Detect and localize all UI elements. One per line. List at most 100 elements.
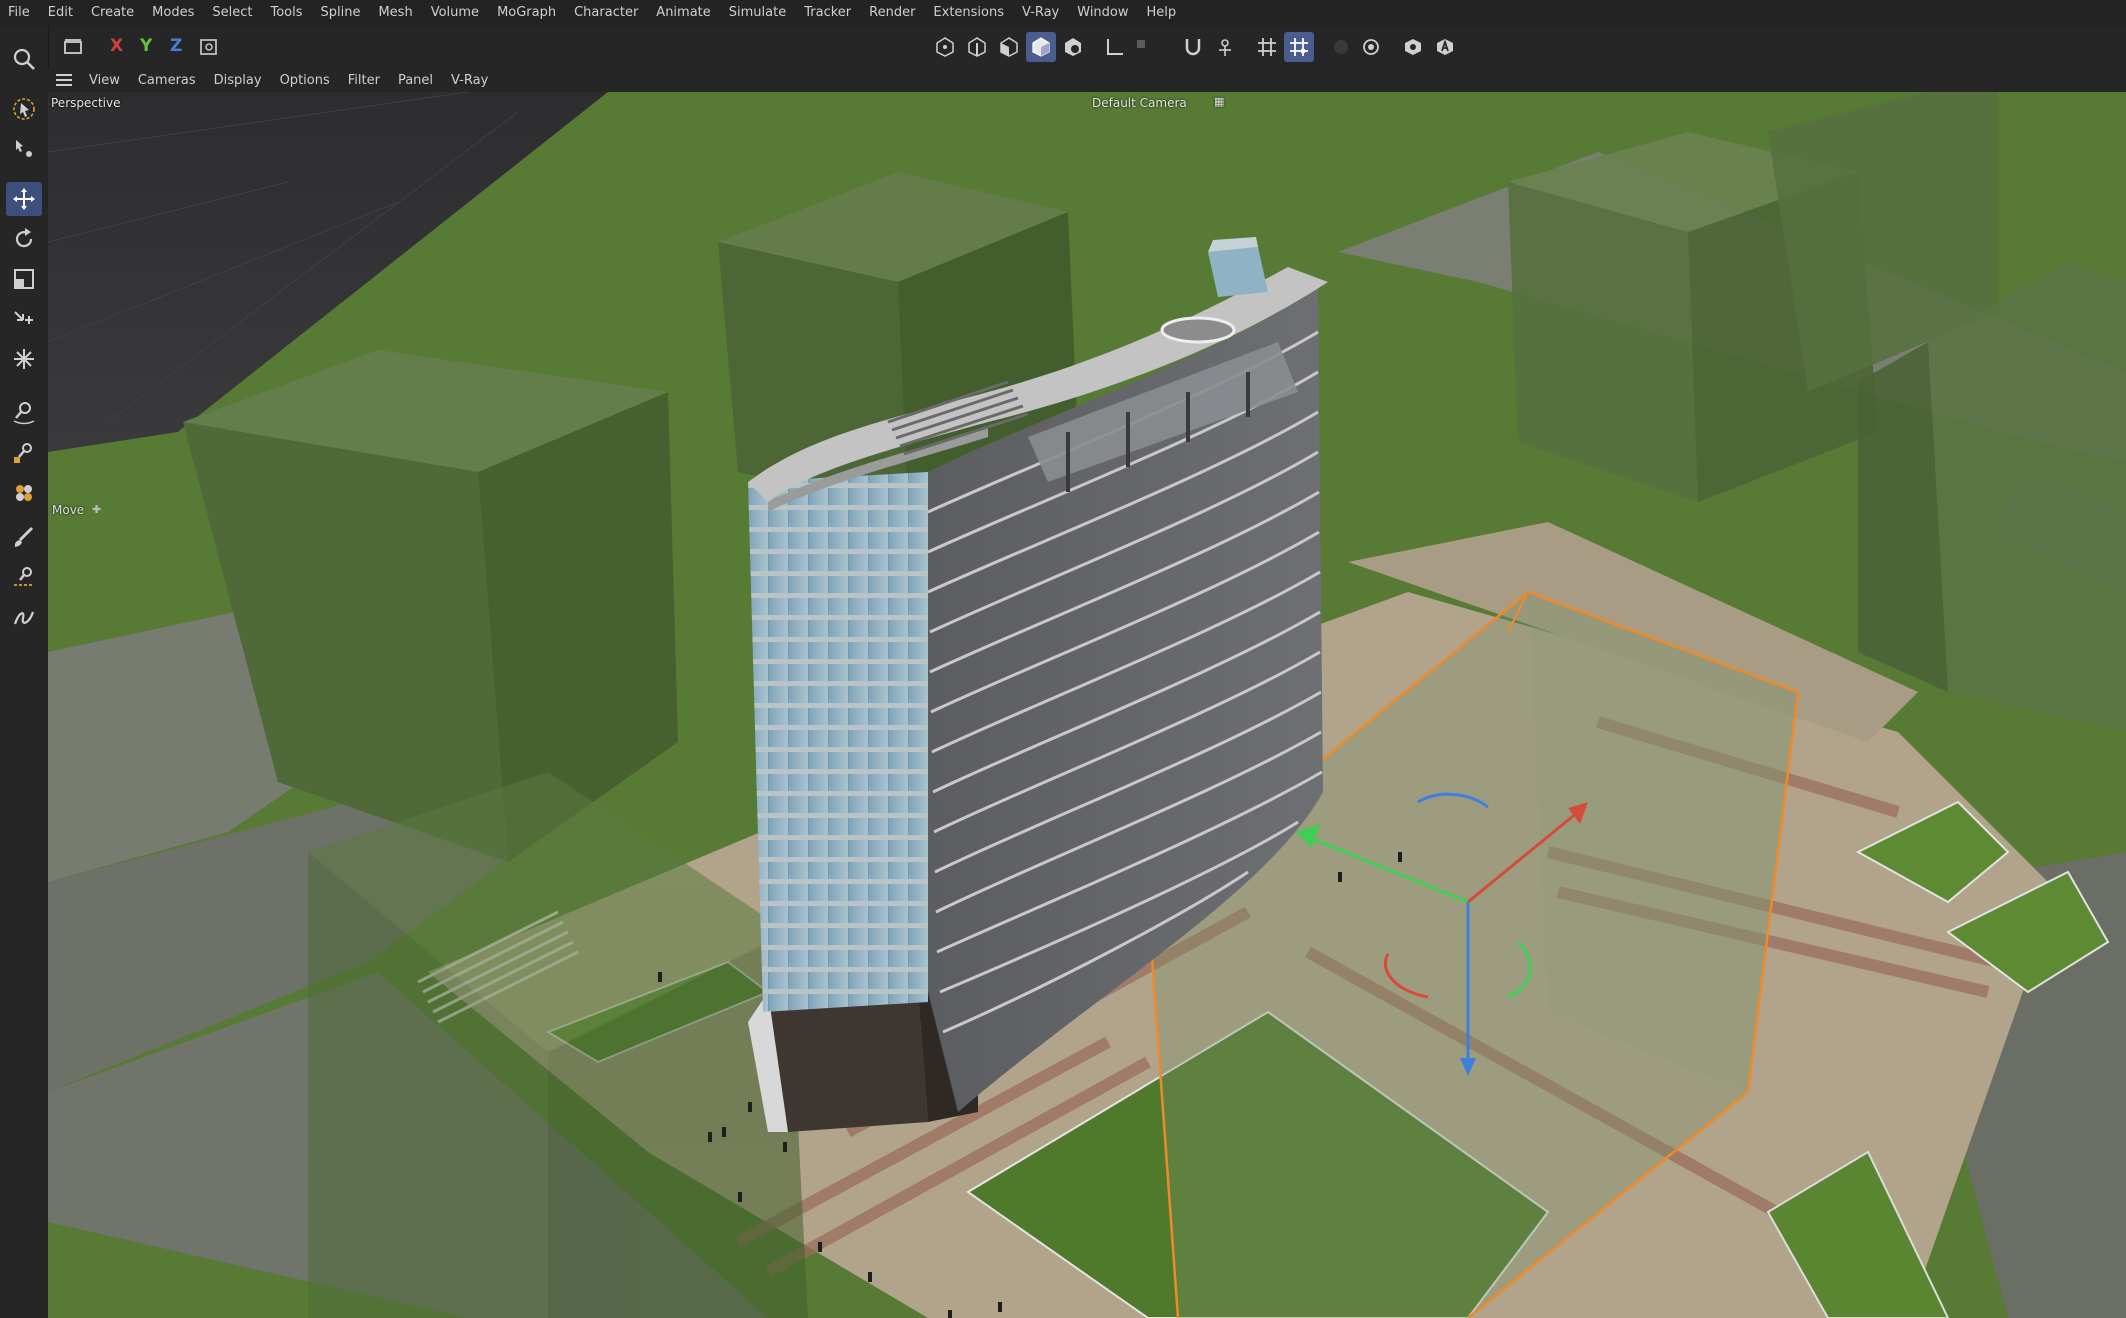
sketch-icon	[13, 611, 35, 625]
tweak-button[interactable]	[6, 132, 42, 166]
model-mode-button[interactable]	[1026, 32, 1056, 62]
sculpt-icon	[16, 485, 32, 501]
move-tool-indicator-icon: ✚	[92, 503, 102, 516]
tweak-icon	[16, 140, 32, 157]
scale-icon	[14, 269, 34, 289]
edges-mode-button[interactable]	[962, 32, 992, 62]
z-axis-lock-button[interactable]: Z	[170, 36, 182, 56]
texture-mode-icon	[1065, 38, 1081, 56]
menu-create[interactable]: Create	[82, 0, 143, 26]
quantize-button[interactable]	[1284, 32, 1314, 62]
grid-snap-icon	[1290, 38, 1308, 56]
enable-snap-button[interactable]	[1178, 32, 1208, 62]
left-tool-palette	[0, 26, 49, 1318]
model-mode-icon	[1032, 37, 1050, 57]
viewport-camera-label[interactable]: Default Camera	[1092, 96, 1187, 110]
paint-icon	[14, 526, 34, 547]
points-mode-button[interactable]	[930, 32, 960, 62]
magnet-snap-icon	[1185, 39, 1201, 56]
points-mode-icon	[936, 37, 954, 57]
menu-tracker[interactable]: Tracker	[795, 0, 860, 26]
menu-help[interactable]: Help	[1138, 0, 1186, 26]
scale-tool-button[interactable]	[6, 262, 42, 296]
viewport-menu-filter[interactable]: Filter	[339, 73, 389, 88]
snap-settings-button[interactable]	[1210, 32, 1240, 62]
move-icon	[13, 188, 35, 210]
polygons-mode-button[interactable]	[994, 32, 1024, 62]
menu-character[interactable]: Character	[565, 0, 647, 26]
sketch-tool-button[interactable]	[6, 600, 42, 634]
render-view-icon	[1405, 39, 1421, 55]
viewport-menu-view[interactable]: View	[80, 73, 129, 88]
paint-tool-button[interactable]	[6, 520, 42, 554]
menu-extensions[interactable]: Extensions	[924, 0, 1013, 26]
roof-opening	[1160, 316, 1236, 344]
render-settings-button[interactable]	[1430, 32, 1460, 62]
edges-mode-icon	[968, 37, 986, 57]
knife-tool-button[interactable]	[6, 396, 42, 430]
vray-render-button[interactable]	[1398, 32, 1428, 62]
viewport-menu-cameras[interactable]: Cameras	[129, 73, 205, 88]
viewport-menu-bar: View Cameras Display Options Filter Pane…	[48, 68, 2126, 93]
menu-vray[interactable]: V-Ray	[1013, 0, 1068, 26]
move-tool-button[interactable]	[6, 182, 42, 216]
viewport-panel-menu-button[interactable]	[48, 68, 80, 92]
tower-podium	[768, 992, 928, 1132]
menu-file[interactable]: File	[0, 0, 39, 26]
menu-edit[interactable]: Edit	[39, 0, 82, 26]
search-tool-button[interactable]	[6, 42, 42, 76]
transfer-tool-button[interactable]	[6, 302, 42, 336]
grid-icon	[1258, 38, 1276, 56]
viewport-solo-button[interactable]	[1356, 32, 1386, 62]
magnet-icon	[14, 443, 32, 463]
menu-simulate[interactable]: Simulate	[720, 0, 795, 26]
layout-icon	[64, 39, 82, 54]
solo-off-icon	[1334, 40, 1348, 54]
camera-dropdown-icon[interactable]: ▦	[1214, 95, 1224, 108]
3d-viewport[interactable]: Perspective Default Camera ▦	[48, 92, 2126, 1318]
menu-render[interactable]: Render	[860, 0, 924, 26]
hamburger-icon	[56, 74, 72, 86]
coordinate-system-button[interactable]	[194, 32, 224, 62]
menu-mesh[interactable]: Mesh	[369, 0, 421, 26]
sculpt-tool-button[interactable]	[6, 476, 42, 510]
menu-modes[interactable]: Modes	[143, 0, 203, 26]
rotate-icon	[15, 228, 33, 248]
y-axis-lock-button[interactable]: Y	[140, 36, 152, 56]
search-icon	[13, 48, 35, 70]
target-icon	[1363, 39, 1379, 55]
undo-view-button[interactable]	[58, 32, 88, 62]
solo-button[interactable]	[1326, 32, 1356, 62]
menu-window[interactable]: Window	[1068, 0, 1137, 26]
render-settings-icon	[1437, 39, 1453, 55]
viewport-projection-label[interactable]: Perspective	[51, 96, 121, 110]
extrude-icon	[14, 349, 34, 369]
glass-curtain-wall	[748, 472, 928, 1012]
x-axis-lock-button[interactable]: X	[110, 36, 123, 56]
viewport-menu-display[interactable]: Display	[205, 73, 271, 88]
menu-spline[interactable]: Spline	[312, 0, 370, 26]
tweak-mode-icon	[1137, 40, 1145, 48]
world-coordinates-icon	[200, 39, 217, 55]
extrude-tool-button[interactable]	[6, 342, 42, 376]
menu-animate[interactable]: Animate	[647, 0, 719, 26]
menu-select[interactable]: Select	[203, 0, 261, 26]
menu-mograph[interactable]: MoGraph	[488, 0, 565, 26]
scene-render	[48, 92, 2126, 1318]
top-toolbar: X Y Z	[0, 26, 2126, 68]
snap-settings-icon	[1219, 39, 1231, 56]
tweak-mode-button[interactable]	[1126, 32, 1156, 62]
viewport-menu-panel[interactable]: Panel	[389, 73, 442, 88]
menu-volume[interactable]: Volume	[422, 0, 488, 26]
spline-pen-button[interactable]	[6, 560, 42, 594]
live-select-button[interactable]	[6, 92, 42, 126]
magnet-tool-button[interactable]	[6, 436, 42, 470]
viewport-menu-options[interactable]: Options	[271, 73, 339, 88]
spline-pen-icon	[14, 567, 34, 586]
menu-tools[interactable]: Tools	[261, 0, 311, 26]
uvw-mode-button[interactable]	[1058, 32, 1088, 62]
viewport-menu-vray[interactable]: V-Ray	[442, 73, 497, 88]
rotate-tool-button[interactable]	[6, 222, 42, 256]
active-tool-label: Move	[52, 503, 85, 517]
workplane-button[interactable]	[1252, 32, 1282, 62]
